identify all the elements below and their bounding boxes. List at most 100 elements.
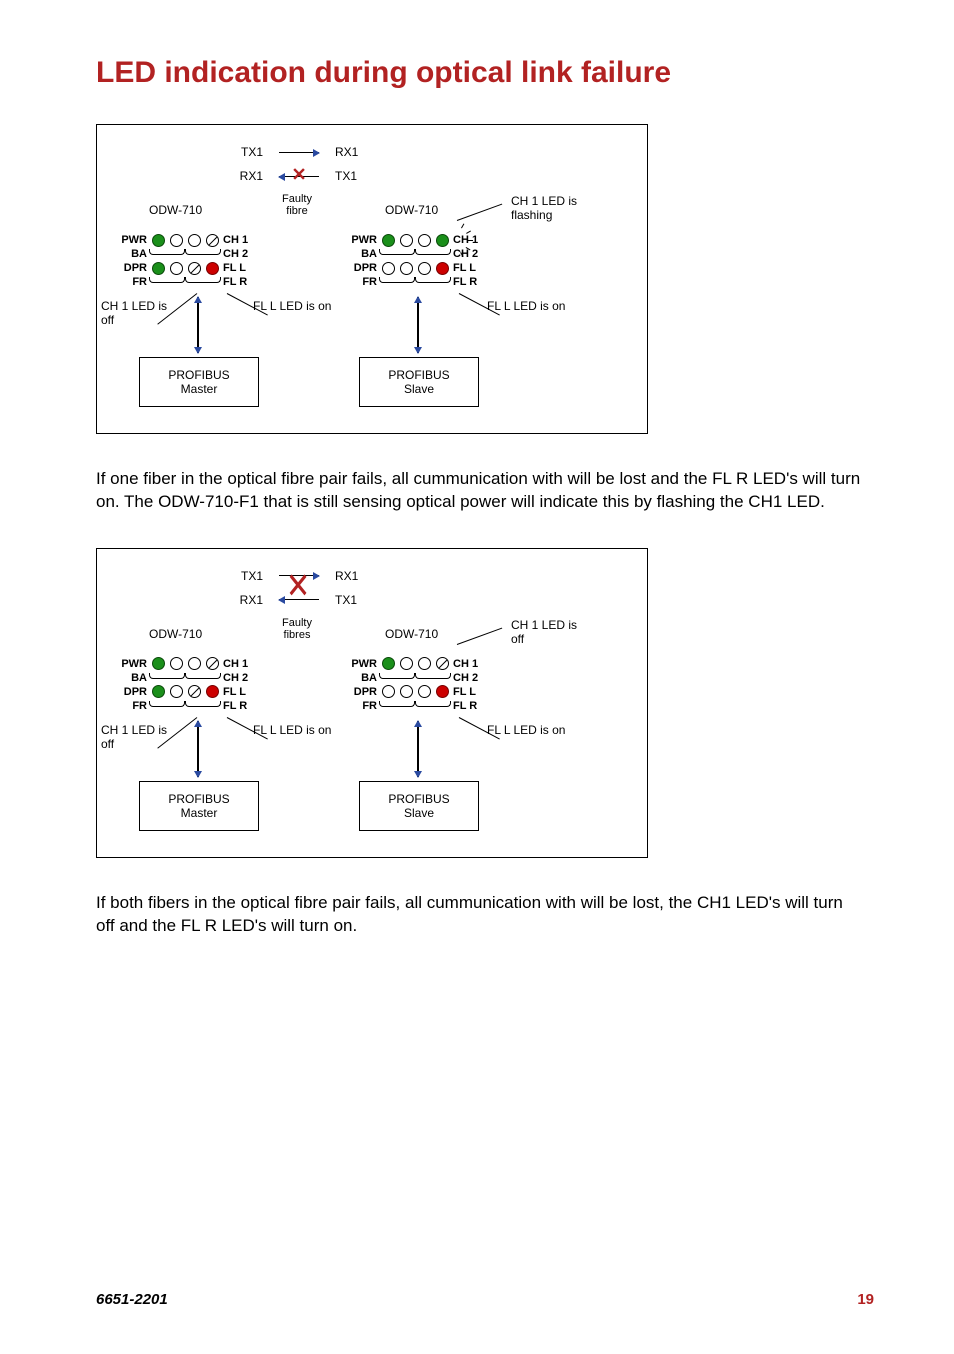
led-fll-right-2 (436, 685, 449, 698)
note-fll-on-right-2: FL L LED is on (487, 724, 567, 738)
label-fr-r2: FR (345, 700, 379, 712)
label-ch1: CH 1 (221, 234, 257, 246)
led-ch1-spare-r (418, 234, 431, 247)
profibus-slave-box: PROFIBUS Slave (359, 357, 479, 407)
label-fr-r: FR (345, 276, 379, 288)
led-fll-spare-r (418, 262, 431, 275)
profibus-master-box: PROFIBUS Master (139, 357, 259, 407)
label-ba: BA (115, 248, 149, 260)
led-fr-spare-r (400, 262, 413, 275)
note-ch1-off-left: CH 1 LED is off (101, 300, 181, 328)
profibus-arrow-right (417, 297, 419, 353)
profibus-slave-l2-2: Slave (404, 806, 434, 820)
led-block-left-2: PWR CH 1 BA CH 2 DPR FL L FR FL R (115, 657, 285, 713)
label-flr-r2: FL R (451, 700, 487, 712)
led-ch2-left-2 (206, 657, 219, 670)
device-name-right: ODW-710 (385, 203, 438, 217)
label-flr-r: FL R (451, 276, 487, 288)
label-tx1-right-2: TX1 (331, 593, 391, 607)
paragraph-1: If one fiber in the optical fibre pair f… (96, 468, 866, 514)
diagram-single-fiber-fail: TX1 RX1 RX1 ✕ TX1 ODW-710 ODW-710 Faulty… (96, 124, 648, 434)
led-ch1-left-2 (188, 657, 201, 670)
led-fll-left-slash (188, 262, 201, 275)
note-ch1-off-left-2: CH 1 LED is off (101, 724, 181, 752)
led-ch1-left (188, 234, 201, 247)
led-sp2-2 (170, 685, 183, 698)
label-pwr-r: PWR (345, 234, 379, 246)
profibus-slave-l1-2: PROFIBUS (388, 792, 449, 806)
label-rx1-left-2: RX1 (207, 593, 267, 607)
label-ba-r2: BA (345, 672, 379, 684)
diagram-both-fiber-fail: TX1 RX1 RX1 TX1 ✕ ODW-710 ODW-710 Faulty… (96, 548, 648, 858)
device-name-left: ODW-710 (149, 203, 202, 217)
side-note-flashing: CH 1 LED is flashing (511, 195, 591, 223)
label-ch1-r2: CH 1 (451, 658, 487, 670)
device-name-left-2: ODW-710 (149, 627, 202, 641)
label-pwr-2: PWR (115, 658, 149, 670)
led-ch1-right-off (436, 657, 449, 670)
label-dpr: DPR (115, 262, 149, 274)
led-sp3-r2 (400, 685, 413, 698)
label-ch2: CH 2 (221, 248, 257, 260)
led-ch1-right-flashing (436, 234, 449, 247)
page-title: LED indication during optical link failu… (96, 56, 874, 90)
page-number: 19 (857, 1291, 874, 1308)
label-ch1-2: CH 1 (221, 658, 257, 670)
label-fll: FL L (221, 262, 257, 274)
label-ba-r: BA (345, 248, 379, 260)
label-fr-2: FR (115, 700, 149, 712)
label-tx1-right: TX1 (331, 169, 391, 183)
led-pwr-2 (152, 657, 165, 670)
page-footer: 6651-2201 19 (96, 1291, 874, 1308)
note-fll-on-right: FL L LED is on (487, 300, 567, 314)
led-pwr (152, 234, 165, 247)
led-ba-spare (170, 234, 183, 247)
label-pwr: PWR (115, 234, 149, 246)
note-fll-on-left: FL L LED is on (253, 300, 333, 314)
label-ch2-2: CH 2 (221, 672, 257, 684)
profibus-master-l1-2: PROFIBUS (168, 792, 229, 806)
profibus-arrow-left-2 (197, 721, 199, 777)
fault-label-2: Faulty fibres (277, 617, 317, 641)
profibus-slave-l2: Slave (404, 382, 434, 396)
fault-label: Faulty fibre (277, 193, 317, 217)
label-dpr-r2: DPR (345, 686, 379, 698)
side-note-off: CH 1 LED is off (511, 619, 591, 647)
led-fll-slash-2 (188, 685, 201, 698)
led-dpr (152, 262, 165, 275)
led-sp4-r2 (418, 685, 431, 698)
led-ch2-left (206, 234, 219, 247)
label-tx1-left-2: TX1 (207, 569, 267, 583)
label-tx1-left: TX1 (207, 145, 267, 159)
label-fll-r2: FL L (451, 686, 487, 698)
profibus-master-l1: PROFIBUS (168, 368, 229, 382)
led-block-left: PWR CH 1 BA CH 2 DPR FL L FR FL R (115, 233, 285, 289)
led-ba-spare-r (400, 234, 413, 247)
led-block-right-2: PWR CH 1 BA CH 2 DPR FL L FR FL R (345, 657, 515, 713)
label-fll-r: FL L (451, 262, 487, 274)
profibus-master-box-2: PROFIBUS Master (139, 781, 259, 831)
led-block-right: PWR CH 1 BA CH 2 DPR FL L FR FL R (345, 233, 515, 289)
profibus-master-l2-2: Master (181, 806, 218, 820)
label-ch2-r: CH 2 (451, 248, 487, 260)
led-pwr-r2 (382, 657, 395, 670)
label-flr-2: FL R (221, 700, 257, 712)
label-ch1-r: CH 1 (451, 234, 487, 246)
label-rx1-right-2: RX1 (331, 569, 391, 583)
label-flr: FL R (221, 276, 257, 288)
label-ba-2: BA (115, 672, 149, 684)
doc-number: 6651-2201 (96, 1291, 168, 1308)
label-fr: FR (115, 276, 149, 288)
profibus-slave-l1: PROFIBUS (388, 368, 449, 382)
fault-x-icon: ✕ (291, 164, 306, 185)
led-sp1-2 (170, 657, 183, 670)
led-pwr-r (382, 234, 395, 247)
profibus-master-l2: Master (181, 382, 218, 396)
note-fll-on-left-2: FL L LED is on (253, 724, 333, 738)
led-dpr-2 (152, 685, 165, 698)
fault-x-icon-both: ✕ (286, 565, 310, 607)
led-dpr-r2 (382, 685, 395, 698)
label-rx1-right: RX1 (331, 145, 391, 159)
device-name-right-2: ODW-710 (385, 627, 438, 641)
led-fll-left-2 (206, 685, 219, 698)
